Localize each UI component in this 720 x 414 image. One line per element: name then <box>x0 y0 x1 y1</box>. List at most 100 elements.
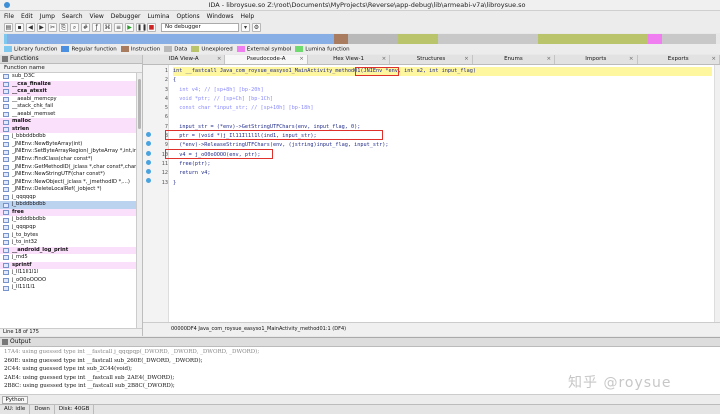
menu-search[interactable]: Search <box>62 13 83 20</box>
breakpoint-dot-8[interactable] <box>146 141 151 146</box>
tab-exports[interactable]: Exports × <box>638 55 720 64</box>
close-icon[interactable]: × <box>299 55 304 64</box>
main-area: Functions Function name sub_D3C __cxa_fin… <box>0 55 720 336</box>
function-row[interactable]: __cxa_atexit <box>0 88 136 96</box>
cut-icon[interactable]: ✂ <box>48 22 57 32</box>
menu-debugger[interactable]: Debugger <box>111 13 141 20</box>
close-icon[interactable]: × <box>547 55 552 64</box>
debugger-select[interactable]: No debugger <box>161 22 239 32</box>
function-row[interactable]: _JNIEnv::FindClass(char const*) <box>0 156 136 164</box>
function-row[interactable]: __android_log_print <box>0 246 136 255</box>
python-button[interactable]: Python <box>2 396 28 404</box>
functions-scroll-thumb[interactable] <box>138 79 141 129</box>
copy-icon[interactable]: ⎘ <box>59 22 68 32</box>
function-row[interactable]: _JNIEnv::GetMethodID(_jclass *,char cons… <box>0 164 136 172</box>
code-line[interactable]: 2{ <box>165 76 712 85</box>
pause-icon[interactable]: ❚❚ <box>136 22 147 32</box>
function-row[interactable]: j_bdddbbdbb <box>0 216 136 224</box>
breakpoint-dot-7[interactable] <box>146 132 151 137</box>
function-name-header[interactable]: Function name <box>0 64 142 73</box>
run-icon[interactable]: ▶ <box>125 22 134 32</box>
tab-enums[interactable]: Enums × <box>473 55 556 64</box>
forward-icon[interactable]: ▶ <box>37 22 46 32</box>
breakpoint-dot-10[interactable] <box>146 160 151 165</box>
tab-ida-view-a[interactable]: IDA View-A × <box>143 55 226 64</box>
code-icon[interactable]: ⌘ <box>103 22 112 32</box>
settings-icon[interactable]: ⚙ <box>252 22 261 32</box>
breakpoint-dot-9[interactable] <box>146 151 151 156</box>
function-row[interactable]: j_oO0oOOOO <box>0 277 136 285</box>
function-row[interactable]: __stack_chk_fail <box>0 103 136 111</box>
menu-lumina[interactable]: Lumina <box>147 13 169 20</box>
close-icon[interactable]: × <box>711 55 716 64</box>
menu-view[interactable]: View <box>90 13 104 20</box>
function-row[interactable]: __aeabi_memset <box>0 111 136 119</box>
function-row[interactable]: j_bbddbbdbb <box>0 201 136 209</box>
function-row[interactable]: _JNIEnv::NewStringUTF(char const*) <box>0 171 136 179</box>
code-line[interactable]: 6 <box>165 113 712 122</box>
code-line[interactable]: 11 free(ptr); <box>162 160 712 169</box>
code-line[interactable]: 1 int __fastcall Java_com_roysue_easyso1_… <box>165 67 712 77</box>
function-row[interactable]: _JNIEnv::NewObject(_jclass *,_jmethodID … <box>0 179 136 187</box>
navigation-band[interactable] <box>4 34 716 44</box>
function-row[interactable]: _JNIEnv::DeleteLocalRef(_jobject *) <box>0 186 136 194</box>
tab-hex-view-1[interactable]: Hex View-1 × <box>308 55 391 64</box>
save-icon[interactable]: ▪ <box>15 22 24 32</box>
tab-label: Enums <box>504 56 523 62</box>
code-line[interactable]: 4 void *ptr; // [sp+Ch] [bp-1Ch] <box>165 95 712 104</box>
tab-label: Hex View-1 <box>333 56 365 62</box>
legend-swatch <box>120 45 129 52</box>
functions-scrollbar[interactable] <box>136 73 142 328</box>
code-line[interactable]: 12 return v4; <box>162 169 712 178</box>
code-line[interactable]: 3 int v4; // [sp+8h] [bp-20h] <box>165 86 712 95</box>
function-row[interactable]: strlen <box>0 125 136 134</box>
function-row[interactable]: _JNIEnv::SetByteArrayRegion(_jbyteArray … <box>0 148 136 156</box>
menu-windows[interactable]: Windows <box>207 13 234 20</box>
function-row[interactable]: j_bbbddbdbb <box>0 133 136 141</box>
code-line[interactable]: 13} <box>162 179 712 188</box>
functions-window-icon <box>2 56 8 62</box>
function-row[interactable]: sub_D3C <box>0 73 136 81</box>
back-icon[interactable]: ◀ <box>26 22 35 32</box>
open-icon[interactable]: ▤ <box>4 22 13 32</box>
function-row[interactable]: j_qqqpqp <box>0 224 136 232</box>
menu-help[interactable]: Help <box>240 13 254 20</box>
function-row[interactable]: j_to_bytes <box>0 231 136 239</box>
output-line: 260E: using guessed type int __fastcall … <box>4 357 203 364</box>
function-row[interactable]: j_qqqqqp <box>0 194 136 202</box>
function-row[interactable]: j_to_int32 <box>0 239 136 247</box>
function-row[interactable]: __cxa_finalize <box>0 80 136 89</box>
breakpoint-dot-12[interactable] <box>146 178 151 183</box>
close-icon[interactable]: × <box>382 55 387 64</box>
function-row[interactable]: j_Il11Il1l1l <box>0 269 136 277</box>
function-row[interactable]: malloc <box>0 118 136 126</box>
pseudocode-view[interactable]: 1 int __fastcall Java_com_roysue_easyso1_… <box>162 67 712 322</box>
menu-file[interactable]: File <box>4 13 14 20</box>
breakpoint-dot-11[interactable] <box>146 169 151 174</box>
function-name: strlen <box>12 125 30 132</box>
function-row[interactable]: free <box>0 208 136 217</box>
search-icon[interactable]: ⌕ <box>70 22 79 32</box>
data-icon[interactable]: ≡ <box>114 22 123 32</box>
chevron-down-icon[interactable]: ▾ <box>241 22 250 32</box>
function-row[interactable]: sprintf <box>0 261 136 270</box>
close-icon[interactable]: × <box>217 55 222 64</box>
code-line[interactable]: 5 const char *input_str; // [sp+10h] [bp… <box>165 104 712 113</box>
menu-edit[interactable]: Edit <box>21 13 33 20</box>
func-icon[interactable]: ƒ <box>92 22 101 32</box>
function-row[interactable]: _JNIEnv::NewByteArray(int) <box>0 141 136 149</box>
tab-structures[interactable]: Structures × <box>390 55 473 64</box>
stop-icon[interactable]: ■ <box>147 22 156 32</box>
close-icon[interactable]: × <box>464 55 469 64</box>
menu-jump[interactable]: Jump <box>40 13 55 20</box>
function-row[interactable]: __aeabi_memcpy <box>0 96 136 104</box>
tab-pseudocode-a[interactable]: Pseudocode-A × <box>225 55 308 64</box>
function-row[interactable]: j_Il11l1l1 <box>0 284 136 292</box>
hex-icon[interactable]: # <box>81 22 90 32</box>
code-scrollbar[interactable] <box>714 65 720 322</box>
function-row[interactable]: j_md5 <box>0 254 136 262</box>
function-icon <box>3 225 9 231</box>
tab-imports[interactable]: Imports × <box>555 55 638 64</box>
menu-options[interactable]: Options <box>177 13 200 20</box>
close-icon[interactable]: × <box>629 55 634 64</box>
